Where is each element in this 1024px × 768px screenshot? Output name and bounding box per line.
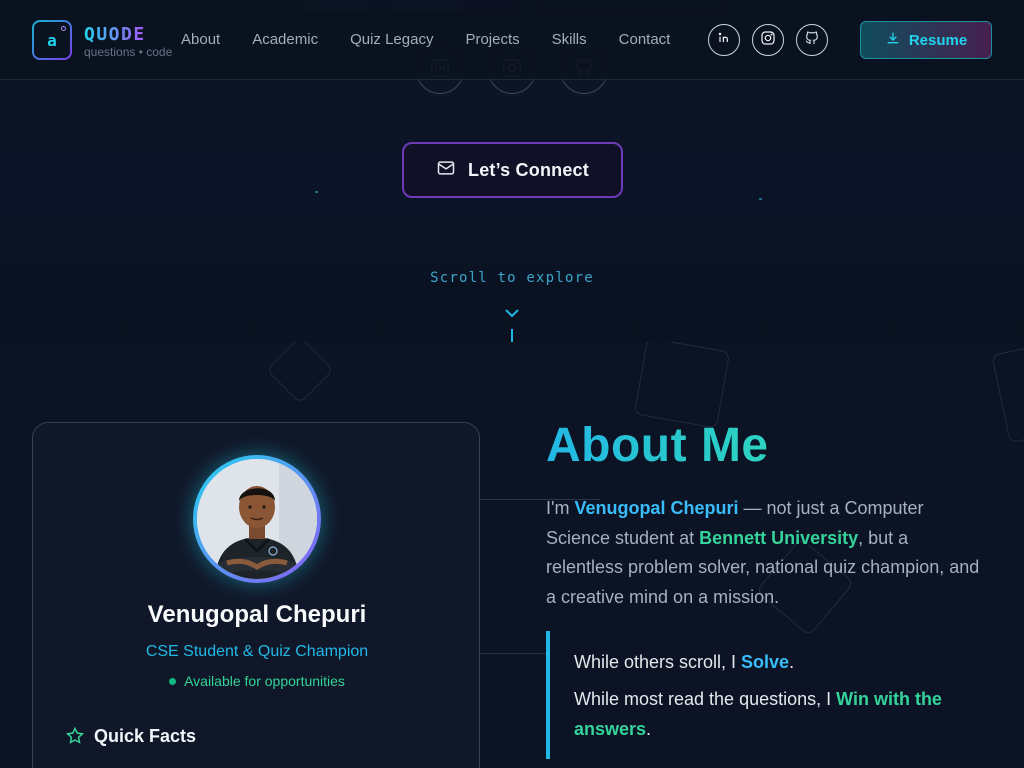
profile-name: Venugopal Chepuri: [147, 601, 367, 628]
navbar: a QUODE questions • code About Academic …: [0, 0, 1024, 80]
intro-university: Bennett University: [699, 527, 859, 548]
linkedin-icon: [716, 30, 732, 51]
nav-link-contact[interactable]: Contact: [619, 31, 671, 48]
nav-link-skills[interactable]: Skills: [552, 31, 587, 48]
status-dot-icon: [169, 677, 177, 685]
decorative-shape: [991, 342, 1024, 444]
quick-facts-title: Quick Facts: [94, 726, 197, 746]
availability-status: Available for opportunities: [33, 673, 481, 689]
quote-line-1: While others scroll, I Solve.: [574, 647, 986, 677]
nav-link-quiz-legacy[interactable]: Quiz Legacy: [350, 31, 433, 48]
chevron-down-icon[interactable]: [503, 306, 521, 318]
nav-github-link[interactable]: [796, 24, 828, 56]
intro-prefix: I'm: [546, 498, 575, 518]
availability-label: Available for opportunities: [184, 673, 345, 689]
resume-label: Resume: [908, 31, 968, 49]
mail-icon: [436, 158, 456, 183]
brand-name[interactable]: QUODE: [84, 24, 146, 45]
intro-name: Venugopal Chepuri: [574, 498, 739, 518]
lets-connect-button[interactable]: Let’s Connect: [402, 142, 623, 198]
quote-line-2: While most read the questions, I Win wit…: [574, 684, 986, 744]
quote1-prefix: While others scroll, I: [574, 652, 742, 672]
lets-connect-label: Let’s Connect: [468, 159, 589, 180]
profile-card: Venugopal Chepuri CSE Student & Quiz Cha…: [32, 422, 480, 768]
nav-link-projects[interactable]: Projects: [465, 31, 519, 48]
nav-linkedin-link[interactable]: [708, 24, 740, 56]
nav-links: About Academic Quiz Legacy Projects Skil…: [181, 31, 670, 48]
quote2-suffix: .: [646, 719, 652, 739]
instagram-icon: [760, 30, 776, 51]
decorative-shape: [266, 342, 334, 404]
avatar: [197, 459, 317, 579]
nav-link-academic[interactable]: Academic: [252, 31, 318, 48]
about-intro: I'm Venugopal Chepuri — not just a Compu…: [546, 494, 986, 612]
star-icon: [65, 726, 85, 746]
about-section: Venugopal Chepuri CSE Student & Quiz Cha…: [0, 342, 1024, 768]
quote-block: While others scroll, I Solve. While most…: [546, 631, 986, 759]
download-icon: [885, 30, 901, 50]
profile-role: CSE Student & Quiz Champion: [145, 643, 369, 660]
about-title: About Me: [546, 419, 769, 472]
scroll-hint: Scroll to explore: [430, 270, 594, 286]
logo-dot: [61, 26, 66, 31]
decorative-dot: [759, 198, 762, 200]
quote2-prefix: While most read the questions, I: [574, 689, 837, 709]
quote1-suffix: .: [789, 652, 795, 672]
scroll-indicator-line: [511, 329, 513, 342]
logo[interactable]: a: [32, 20, 72, 60]
nav-instagram-link[interactable]: [752, 24, 784, 56]
decorative-line: [480, 653, 550, 654]
logo-glyph: a: [47, 30, 57, 50]
quote1-highlight: Solve: [741, 652, 790, 672]
avatar-ring: [193, 455, 321, 583]
resume-button[interactable]: Resume: [860, 21, 992, 59]
decorative-shape: [633, 342, 731, 429]
decorative-dot: [315, 191, 318, 193]
brand-tagline: questions • code: [84, 45, 173, 59]
github-icon: [804, 30, 820, 51]
nav-link-about[interactable]: About: [181, 31, 220, 48]
